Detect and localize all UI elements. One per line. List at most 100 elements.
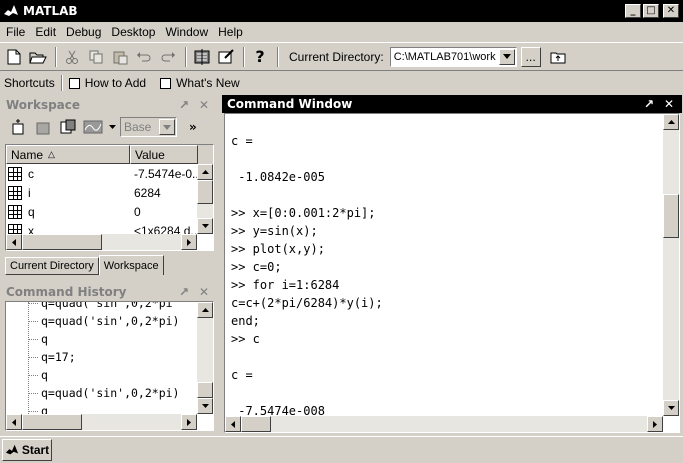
history-vertical-scrollbar[interactable] — [197, 302, 213, 414]
list-item[interactable]: q=quad('sin',0,2*pi — [28, 302, 173, 312]
command-window-console[interactable]: c = -1.0842e-005 >> x=[0:0.001:2*pi]; >> … — [224, 113, 680, 433]
table-row[interactable]: c -7.5474e-0... — [6, 164, 213, 183]
close-button[interactable]: ✕ — [663, 4, 679, 18]
title-bar[interactable]: MATLAB _ □ ✕ — [0, 0, 683, 22]
workspace-title: Workspace — [6, 98, 81, 112]
scroll-thumb[interactable] — [241, 416, 271, 432]
help-button[interactable]: ? — [249, 46, 271, 68]
scroll-right-button[interactable] — [647, 416, 663, 432]
command-window-title-bar[interactable]: Command Window ↗ ✕ — [222, 95, 682, 113]
open-variable-button[interactable] — [32, 117, 54, 137]
scroll-thumb[interactable] — [22, 234, 102, 250]
matrix-icon — [8, 204, 22, 219]
open-folder-icon — [29, 52, 47, 63]
copy-button[interactable] — [85, 46, 107, 68]
scroll-right-button[interactable] — [181, 414, 197, 430]
column-label: Value — [135, 147, 165, 162]
scroll-thumb[interactable] — [22, 414, 82, 430]
scroll-left-button[interactable] — [225, 416, 241, 432]
minimize-button[interactable]: _ — [625, 4, 641, 18]
scroll-left-button[interactable] — [6, 234, 22, 250]
workspace-vertical-scrollbar[interactable] — [197, 164, 213, 234]
command-window-horizontal-scrollbar[interactable] — [225, 416, 663, 432]
shortcut-how-to-add[interactable]: How to Add — [68, 76, 146, 90]
cut-button[interactable] — [61, 46, 83, 68]
shortcut-label: What's New — [176, 76, 240, 90]
undock-icon[interactable]: ↗ — [177, 285, 191, 299]
undock-icon[interactable]: ↗ — [177, 98, 191, 112]
menu-window[interactable]: Window — [161, 25, 214, 39]
guide-button[interactable] — [215, 46, 237, 68]
undo-button[interactable] — [133, 46, 155, 68]
paste-button[interactable] — [109, 46, 131, 68]
column-header-value[interactable]: Value — [130, 145, 198, 164]
scroll-down-button[interactable] — [197, 398, 213, 414]
column-header-name[interactable]: Name △ — [6, 145, 130, 164]
maximize-button[interactable]: □ — [643, 4, 659, 18]
more-tools-icon[interactable]: » — [189, 120, 197, 134]
scroll-down-button[interactable] — [197, 218, 213, 234]
import-data-button[interactable] — [57, 117, 79, 137]
parent-directory-button[interactable] — [547, 46, 569, 68]
close-icon[interactable]: ✕ — [662, 97, 676, 111]
matlab-logo-icon — [4, 5, 18, 16]
arrow-up-icon — [667, 120, 675, 124]
stack-selector[interactable]: Base — [120, 117, 177, 137]
open-file-button[interactable] — [27, 46, 49, 68]
shortcut-whats-new[interactable]: What's New — [160, 76, 240, 90]
tab-workspace[interactable]: Workspace — [98, 255, 164, 275]
table-row[interactable]: i 6284 — [6, 183, 213, 202]
table-row[interactable]: q 0 — [6, 202, 213, 221]
open-variable-icon — [36, 122, 50, 135]
list-item[interactable]: q=17; — [28, 348, 76, 366]
undock-icon[interactable]: ↗ — [642, 97, 656, 111]
list-item[interactable]: q — [28, 330, 48, 348]
scroll-down-button[interactable] — [663, 400, 679, 416]
scroll-up-button[interactable] — [197, 164, 213, 180]
shortcuts-bar: Shortcuts How to Add What's New — [0, 72, 683, 94]
console-line: -1.0842e-005 — [231, 170, 325, 184]
scroll-thumb[interactable] — [663, 194, 679, 238]
command-window-title: Command Window — [227, 97, 353, 111]
close-icon[interactable]: ✕ — [197, 98, 211, 112]
scroll-up-button[interactable] — [663, 114, 679, 130]
workspace-title-bar[interactable]: Workspace ↗ ✕ — [1, 96, 217, 114]
simulink-icon — [194, 48, 210, 65]
history-horizontal-scrollbar[interactable] — [6, 414, 197, 430]
scroll-thumb[interactable] — [197, 382, 213, 398]
menu-file[interactable]: File — [2, 25, 31, 39]
chevron-down-icon — [502, 54, 511, 59]
scroll-left-button[interactable] — [6, 414, 22, 430]
close-icon[interactable]: ✕ — [197, 285, 211, 299]
list-item[interactable]: q=quad('sin',0,2*pi) — [28, 384, 179, 402]
scroll-thumb[interactable] — [197, 180, 213, 204]
scroll-up-button[interactable] — [197, 302, 213, 318]
arrow-down-icon — [667, 406, 675, 410]
new-variable-button[interactable] — [7, 117, 29, 137]
menu-help[interactable]: Help — [214, 25, 249, 39]
new-file-button[interactable] — [3, 46, 25, 68]
browse-directory-button[interactable]: ... — [520, 46, 541, 67]
workspace-panel: Workspace ↗ ✕ Base » Name △ Value c -7.5… — [1, 96, 217, 278]
start-button[interactable]: Start — [2, 439, 52, 461]
current-directory-combo[interactable]: C:\MATLAB701\work — [389, 46, 517, 67]
command-history-title-bar[interactable]: Command History ↗ ✕ — [1, 283, 217, 301]
list-item[interactable]: q — [28, 366, 48, 384]
simulink-button[interactable] — [191, 46, 213, 68]
current-directory-dropdown[interactable] — [498, 48, 515, 65]
workspace-horizontal-scrollbar[interactable] — [6, 234, 197, 250]
command-window-vertical-scrollbar[interactable] — [663, 114, 679, 416]
plot-dropdown[interactable] — [107, 117, 117, 137]
maximize-icon: □ — [646, 5, 656, 16]
scroll-right-button[interactable] — [181, 234, 197, 250]
stack-dropdown[interactable] — [159, 119, 175, 135]
menu-desktop[interactable]: Desktop — [107, 25, 161, 39]
tab-current-directory[interactable]: Current Directory — [5, 257, 99, 275]
list-item[interactable]: q=quad('sin',0,2*pi) — [28, 312, 179, 330]
redo-button[interactable] — [157, 46, 179, 68]
menu-edit[interactable]: Edit — [31, 25, 62, 39]
menu-debug[interactable]: Debug — [62, 25, 107, 39]
save-workspace-button[interactable] — [82, 117, 104, 137]
console-line: >> y=sin(x); — [231, 224, 318, 238]
